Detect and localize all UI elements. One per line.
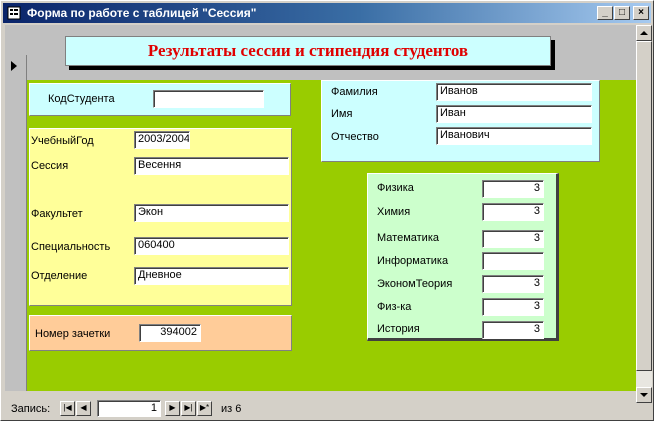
surname-label: Фамилия: [331, 86, 378, 98]
grades-panel: Физика 3 Химия 3 Математика 3 Информатик…: [367, 173, 559, 341]
next-record-button[interactable]: ▶: [165, 401, 180, 416]
record-book-panel: Номер зачетки 394002: [29, 315, 292, 351]
arrow-up-icon: [640, 31, 648, 35]
record-book-field[interactable]: 394002: [139, 324, 201, 342]
session-field[interactable]: Весення: [134, 157, 289, 175]
grade-field-history[interactable]: 3: [482, 321, 544, 339]
access-form-window: Форма по работе с таблицей "Сессия" _ □ …: [0, 0, 654, 421]
grade-label-physics: Физика: [377, 182, 414, 194]
minimize-button[interactable]: _: [597, 6, 613, 20]
first-name-label: Имя: [331, 108, 353, 120]
patronymic-label: Отчество: [331, 131, 379, 143]
vertical-scrollbar[interactable]: [636, 25, 652, 403]
grade-field-pe[interactable]: 3: [482, 298, 544, 316]
session-label: Сессия: [31, 160, 69, 172]
specialty-field[interactable]: 060400: [134, 237, 289, 255]
faculty-field[interactable]: Экон: [134, 204, 289, 222]
department-field[interactable]: Дневное: [134, 267, 289, 285]
form-icon: [7, 6, 21, 20]
academic-year-label: УчебныйГод: [31, 135, 94, 147]
student-name-panel: Фамилия Иванов Имя Иван Отчество Иванови…: [321, 80, 600, 162]
new-record-button[interactable]: ▶*: [197, 401, 212, 416]
specialty-label: Специальность: [31, 241, 111, 253]
window-title: Форма по работе с таблицей "Сессия": [27, 6, 257, 20]
grade-label-history: История: [377, 323, 420, 335]
record-count-label: из 6: [221, 403, 242, 415]
student-id-combo[interactable]: [153, 90, 264, 108]
record-number-field[interactable]: 1: [97, 400, 161, 417]
current-record-arrow-icon: [11, 61, 17, 71]
department-label: Отделение: [31, 270, 88, 282]
maximize-button[interactable]: □: [614, 6, 630, 20]
grade-field-economics[interactable]: 3: [482, 275, 544, 293]
grade-label-chemistry: Химия: [377, 206, 411, 218]
scroll-down-button[interactable]: [636, 387, 652, 403]
arrow-down-icon: [640, 393, 648, 397]
record-book-label: Номер зачетки: [35, 328, 111, 340]
title-bar[interactable]: Форма по работе с таблицей "Сессия" _ □ …: [3, 3, 651, 23]
student-id-panel: КодСтудента: [29, 83, 291, 116]
form-banner: Результаты сессии и стипендия студентов: [65, 36, 551, 66]
surname-field[interactable]: Иванов: [436, 83, 592, 101]
grade-field-math[interactable]: 3: [482, 230, 544, 248]
student-id-label: КодСтудента: [48, 93, 115, 105]
grade-label-informatics: Информатика: [377, 255, 449, 267]
grade-field-physics[interactable]: 3: [482, 180, 544, 198]
study-info-panel: УчебныйГод 2003/2004 Сессия Весення Факу…: [29, 128, 292, 306]
academic-year-field[interactable]: 2003/2004: [134, 131, 190, 149]
scroll-up-button[interactable]: [636, 25, 652, 41]
grade-field-informatics[interactable]: [482, 252, 544, 270]
last-record-button[interactable]: ▶|: [181, 401, 196, 416]
close-button[interactable]: ×: [633, 6, 649, 20]
patronymic-field[interactable]: Иванович: [436, 127, 592, 145]
previous-record-button[interactable]: ◀: [76, 401, 91, 416]
first-name-field[interactable]: Иван: [436, 105, 592, 123]
grade-label-pe: Физ-ка: [377, 301, 412, 313]
record-label: Запись:: [11, 403, 51, 415]
grade-label-economics: ЭкономТеория: [377, 278, 453, 290]
faculty-label: Факультет: [31, 208, 83, 220]
scroll-thumb[interactable]: [636, 41, 652, 371]
record-navigation-bar: Запись: |◀ ◀ 1 ▶ ▶| ▶* из 6: [5, 399, 636, 419]
grade-label-math: Математика: [377, 232, 439, 244]
grade-field-chemistry[interactable]: 3: [482, 203, 544, 221]
record-selector[interactable]: [5, 55, 27, 391]
first-record-button[interactable]: |◀: [60, 401, 75, 416]
